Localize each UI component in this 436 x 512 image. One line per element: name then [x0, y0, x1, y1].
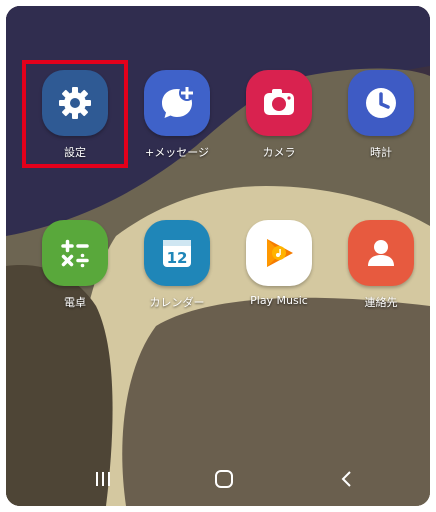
- home-button[interactable]: [209, 464, 239, 494]
- recent-apps-button[interactable]: [88, 464, 118, 494]
- camera-icon: [246, 70, 312, 136]
- contact-icon: [348, 220, 414, 286]
- calendar-day: 12: [167, 249, 188, 267]
- home-icon: [215, 470, 233, 488]
- app-label: カレンダー: [149, 296, 205, 309]
- app-label: 電卓: [64, 296, 86, 309]
- app-play-music[interactable]: Play Music: [229, 220, 329, 307]
- navigation-bar: [6, 448, 430, 506]
- highlight-box: [22, 60, 128, 168]
- calendar-icon: 12: [144, 220, 210, 286]
- app-contacts[interactable]: 連絡先: [331, 220, 430, 310]
- app-clock[interactable]: 時計: [331, 70, 430, 160]
- clock-icon: [348, 70, 414, 136]
- app-camera[interactable]: カメラ: [229, 70, 329, 160]
- app-label: カメラ: [262, 146, 296, 159]
- app-messages[interactable]: +メッセージ: [127, 70, 227, 160]
- app-label: +メッセージ: [145, 146, 209, 159]
- back-icon: [341, 471, 351, 487]
- app-label: 連絡先: [364, 296, 398, 309]
- chat-plus-icon: [144, 70, 210, 136]
- phone-screen: 設定 +メッセージ カメラ 時計 電卓 12 カレンダー Play Music …: [6, 6, 430, 506]
- app-label: 時計: [370, 146, 392, 159]
- back-button[interactable]: [332, 464, 362, 494]
- recent-apps-icon: [96, 472, 110, 486]
- calculator-icon: [42, 220, 108, 286]
- app-calendar[interactable]: 12 カレンダー: [127, 220, 227, 310]
- play-music-icon: [246, 220, 312, 286]
- app-label: Play Music: [250, 294, 308, 307]
- app-calculator[interactable]: 電卓: [25, 220, 125, 310]
